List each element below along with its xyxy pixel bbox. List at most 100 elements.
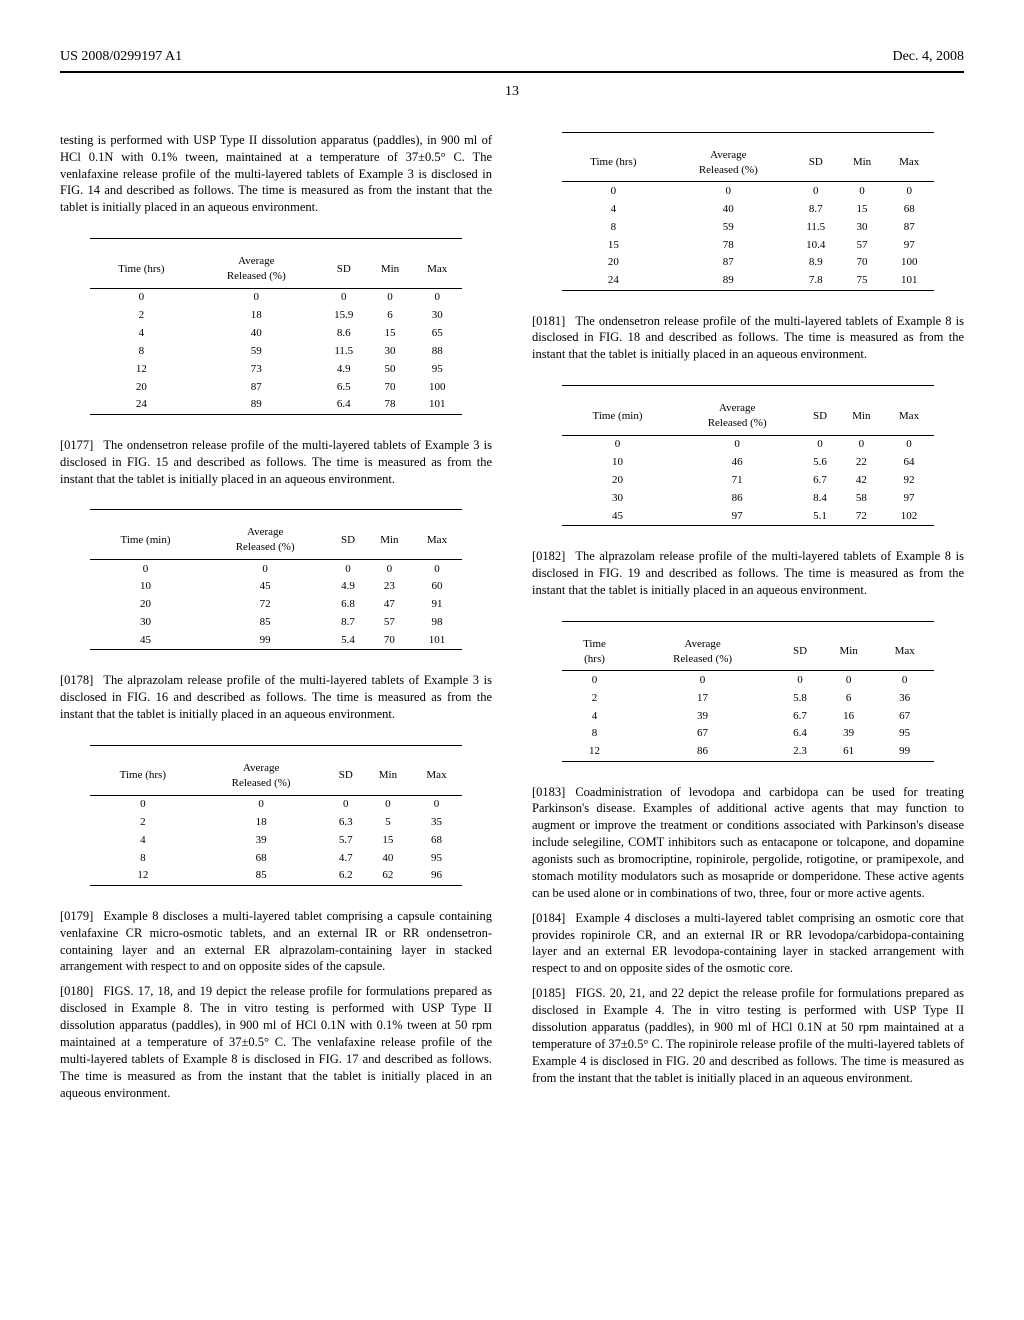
table-cell: 97 — [885, 236, 934, 254]
table-cell: 4 — [90, 831, 195, 849]
table-cell: 101 — [412, 631, 462, 649]
table-cell: 22 — [839, 454, 885, 472]
table-cell: 17 — [627, 689, 779, 707]
table-cell: 100 — [413, 378, 462, 396]
table-row: 85911.53088 — [90, 342, 462, 360]
table-cell: 0 — [320, 288, 367, 306]
table-cell: 60 — [412, 578, 462, 596]
paragraph-tag: [0178] — [60, 672, 93, 689]
table-cell: 20 — [562, 254, 664, 272]
table-row: 2186.3535 — [90, 813, 462, 831]
table-row: 8676.43995 — [562, 725, 934, 743]
table-cell: 89 — [192, 396, 320, 414]
table-cell: 8 — [90, 342, 192, 360]
table-cell: 15 — [365, 831, 412, 849]
table-cell: 40 — [664, 200, 792, 218]
table-cell: 0 — [839, 182, 884, 200]
table-cell: 0 — [201, 560, 330, 578]
table-header: SD — [327, 757, 365, 795]
table-cell: 0 — [327, 795, 365, 813]
table-cell: 72 — [201, 596, 330, 614]
table-header: Max — [411, 757, 462, 795]
table-cell: 0 — [876, 671, 934, 689]
table-cell: 2 — [90, 813, 195, 831]
table-cell: 86 — [627, 743, 779, 761]
table-header: AverageReleased (%) — [673, 397, 802, 435]
table-cell: 5.8 — [778, 689, 821, 707]
table-cell: 2.3 — [778, 743, 821, 761]
table-cell: 8 — [562, 725, 627, 743]
intro-paragraph: testing is performed with USP Type II di… — [60, 132, 492, 216]
table-cell: 24 — [562, 272, 664, 290]
table-cell: 6.8 — [330, 596, 367, 614]
table-cell: 61 — [822, 743, 876, 761]
table-cell: 85 — [201, 614, 330, 632]
table-cell: 6.7 — [778, 707, 821, 725]
table-header: AverageReleased (%) — [195, 757, 326, 795]
table-cell: 101 — [413, 396, 462, 414]
table-cell: 6.7 — [802, 472, 839, 490]
table-cell: 0 — [192, 288, 320, 306]
table-cell: 67 — [627, 725, 779, 743]
table-cell: 0 — [367, 560, 413, 578]
publication-number: US 2008/0299197 A1 — [60, 48, 182, 67]
paragraph-text: The alprazolam release profile of the mu… — [60, 673, 492, 721]
table-cell: 6 — [367, 307, 412, 325]
table-header: SD — [778, 633, 821, 671]
table-row: 4408.61565 — [90, 325, 462, 343]
table-cell: 73 — [192, 360, 320, 378]
table-cell: 87 — [885, 218, 934, 236]
table-cell: 58 — [839, 489, 885, 507]
table-cell: 99 — [201, 631, 330, 649]
table-header: Time (hrs) — [562, 144, 664, 182]
table-row: 24897.875101 — [562, 272, 934, 290]
table-cell: 91 — [412, 596, 462, 614]
table-cell: 39 — [627, 707, 779, 725]
table-cell: 71 — [673, 472, 802, 490]
table-cell: 4.9 — [330, 578, 367, 596]
table-cell: 4 — [90, 325, 192, 343]
table-cell: 87 — [664, 254, 792, 272]
table-cell: 30 — [90, 614, 201, 632]
paragraph-text: The ondensetron release profile of the m… — [532, 314, 964, 362]
table-header: SD — [802, 397, 839, 435]
table-cell: 15.9 — [320, 307, 367, 325]
table-row: 00000 — [90, 288, 462, 306]
table-cell: 68 — [411, 831, 462, 849]
table-row: 2175.8636 — [562, 689, 934, 707]
table-cell: 4.9 — [320, 360, 367, 378]
table-cell: 50 — [367, 360, 412, 378]
paragraph-0183: [0183]Coadministration of levodopa and c… — [532, 784, 964, 902]
table-cell: 5.6 — [802, 454, 839, 472]
table-cell: 16 — [822, 707, 876, 725]
table-cell: 86 — [673, 489, 802, 507]
header-rule — [60, 71, 964, 73]
paragraph-text: FIGS. 20, 21, and 22 depict the release … — [532, 986, 964, 1084]
table-row: 00000 — [562, 435, 934, 453]
table-header: SD — [792, 144, 839, 182]
table-cell: 4.7 — [327, 849, 365, 867]
table-cell: 2 — [90, 307, 192, 325]
paragraph-tag: [0179] — [60, 908, 93, 925]
table-header: Time (min) — [90, 521, 201, 559]
paragraph-tag: [0185] — [532, 985, 565, 1002]
table-header: Time(hrs) — [562, 633, 627, 671]
paragraph-tag: [0184] — [532, 910, 565, 927]
table-header: Min — [839, 144, 884, 182]
page-header: US 2008/0299197 A1 Dec. 4, 2008 — [60, 48, 964, 67]
table-cell: 10 — [90, 578, 201, 596]
table-row: 12856.26296 — [90, 867, 462, 885]
table-cell: 8.4 — [802, 489, 839, 507]
table-cell: 95 — [876, 725, 934, 743]
table-cell: 0 — [562, 182, 664, 200]
table-row: 20716.74292 — [562, 472, 934, 490]
paragraph-text: Example 4 discloses a multi-layered tabl… — [532, 911, 964, 976]
table-cell: 30 — [839, 218, 884, 236]
table-cell: 10 — [562, 454, 673, 472]
table-row: 12862.36199 — [562, 743, 934, 761]
table-cell: 8.9 — [792, 254, 839, 272]
paragraph-0185: [0185]FIGS. 20, 21, and 22 depict the re… — [532, 985, 964, 1086]
table-1: Time (hrs)AverageReleased (%)SDMinMax000… — [90, 238, 462, 415]
table-cell: 45 — [201, 578, 330, 596]
table-cell: 2 — [562, 689, 627, 707]
